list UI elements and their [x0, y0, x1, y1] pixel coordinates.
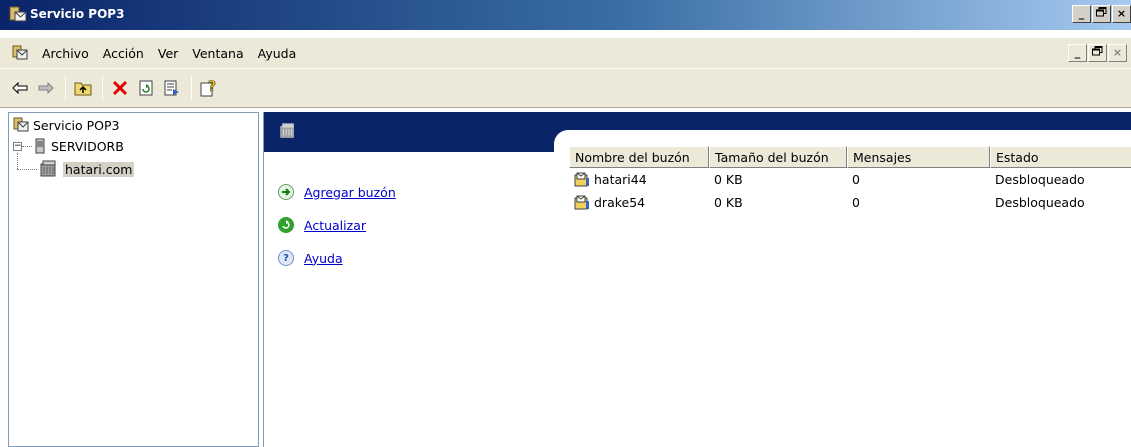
tree-server-label: SERVIDORB: [51, 138, 124, 154]
add-mailbox-link[interactable]: Agregar buzón: [304, 185, 396, 200]
mailbox-name-cell: drake54: [569, 195, 709, 210]
menu-archivo[interactable]: Archivo: [42, 46, 89, 61]
child-close-button[interactable]: ×: [1108, 44, 1127, 62]
mailbox-table: Nombre del buzón Tamaño del buzón Mensaj…: [569, 146, 1131, 214]
close-button[interactable]: ×: [1112, 5, 1131, 23]
table-row[interactable]: hatari44 0 KB 0 Desbloqueado: [569, 168, 1131, 191]
toolbar-separator: [65, 76, 66, 100]
mailbox-status: Desbloqueado: [995, 195, 1085, 210]
help-icon[interactable]: ?: [197, 76, 221, 100]
help-circle-icon: ?: [278, 250, 294, 266]
task-list: Agregar buzón Actualizar ? Ayuda: [278, 182, 396, 281]
server-icon: [35, 138, 45, 154]
table-header: Nombre del buzón Tamaño del buzón Mensaj…: [569, 146, 1131, 168]
back-icon[interactable]: [8, 76, 32, 100]
console-tree: Servicio POP3 − SERVIDORB hatari.com: [8, 112, 259, 447]
child-minimize-button[interactable]: _: [1068, 44, 1087, 62]
tree-line: [17, 169, 37, 170]
toolbar: ?: [0, 68, 1131, 108]
toolbar-separator: [191, 76, 192, 100]
add-arrow-icon: [278, 184, 294, 200]
mailbox-name-cell: hatari44: [569, 172, 709, 187]
details-pane: Agregar buzón Actualizar ? Ayuda Nombre …: [263, 112, 1131, 447]
tree-root[interactable]: Servicio POP3: [13, 117, 119, 133]
menu-ventana[interactable]: Ventana: [192, 46, 243, 61]
document-icon[interactable]: [12, 45, 28, 61]
collapse-icon[interactable]: −: [13, 142, 22, 151]
tree-server[interactable]: SERVIDORB: [33, 138, 124, 154]
table-row[interactable]: drake54 0 KB 0 Desbloqueado: [569, 191, 1131, 214]
pop3-app-icon: [9, 6, 27, 22]
task-add-mailbox[interactable]: Agregar buzón: [278, 182, 396, 202]
column-header-name[interactable]: Nombre del buzón: [569, 146, 709, 168]
column-header-status[interactable]: Estado: [990, 146, 1131, 168]
toolbar-separator: [102, 76, 103, 100]
maximize-button[interactable]: [1092, 5, 1111, 23]
tree-line: [22, 146, 32, 147]
mailbox-messages: 0: [852, 195, 860, 210]
task-refresh[interactable]: Actualizar: [278, 215, 396, 235]
menu-accion[interactable]: Acción: [103, 46, 144, 61]
forward-icon[interactable]: [34, 76, 58, 100]
window-title: Servicio POP3: [30, 7, 125, 21]
mailbox-size: 0 KB: [714, 172, 743, 187]
column-header-size[interactable]: Tamaño del buzón: [709, 146, 847, 168]
mailbox-name: drake54: [594, 195, 646, 210]
pop3-service-icon: [13, 117, 29, 132]
menu-bar: Archivo Acción Ver Ventana Ayuda _ ×: [0, 38, 1131, 68]
mailbox-icon: [574, 172, 589, 187]
mailbox-name: hatari44: [594, 172, 647, 187]
svg-text:?: ?: [208, 79, 216, 95]
child-maximize-button[interactable]: [1088, 44, 1107, 62]
tree-domain-label: hatari.com: [63, 161, 135, 177]
menu-ayuda[interactable]: Ayuda: [258, 46, 297, 61]
domain-mailbox-icon: [280, 123, 294, 138]
up-folder-icon[interactable]: [71, 76, 95, 100]
task-help[interactable]: ? Ayuda: [278, 248, 396, 268]
mailbox-icon: [574, 195, 589, 210]
mailbox-size: 0 KB: [714, 195, 743, 210]
mailbox-status: Desbloqueado: [995, 172, 1085, 187]
tree-line: [17, 153, 18, 169]
tree-root-label: Servicio POP3: [33, 117, 120, 133]
export-list-icon[interactable]: [160, 76, 184, 100]
refresh-link[interactable]: Actualizar: [304, 218, 366, 233]
tree-domain[interactable]: hatari.com: [39, 160, 135, 178]
column-header-messages[interactable]: Mensajes: [847, 146, 990, 168]
mailbox-messages: 0: [852, 172, 860, 187]
properties-icon[interactable]: [134, 76, 158, 100]
menu-ver[interactable]: Ver: [158, 46, 178, 61]
help-link[interactable]: Ayuda: [304, 251, 343, 266]
delete-icon[interactable]: [108, 76, 132, 100]
minimize-button[interactable]: _: [1072, 5, 1091, 23]
title-bar: Servicio POP3 _ ×: [0, 0, 1131, 30]
refresh-icon: [278, 217, 294, 233]
domain-mailbox-icon: [40, 160, 56, 177]
